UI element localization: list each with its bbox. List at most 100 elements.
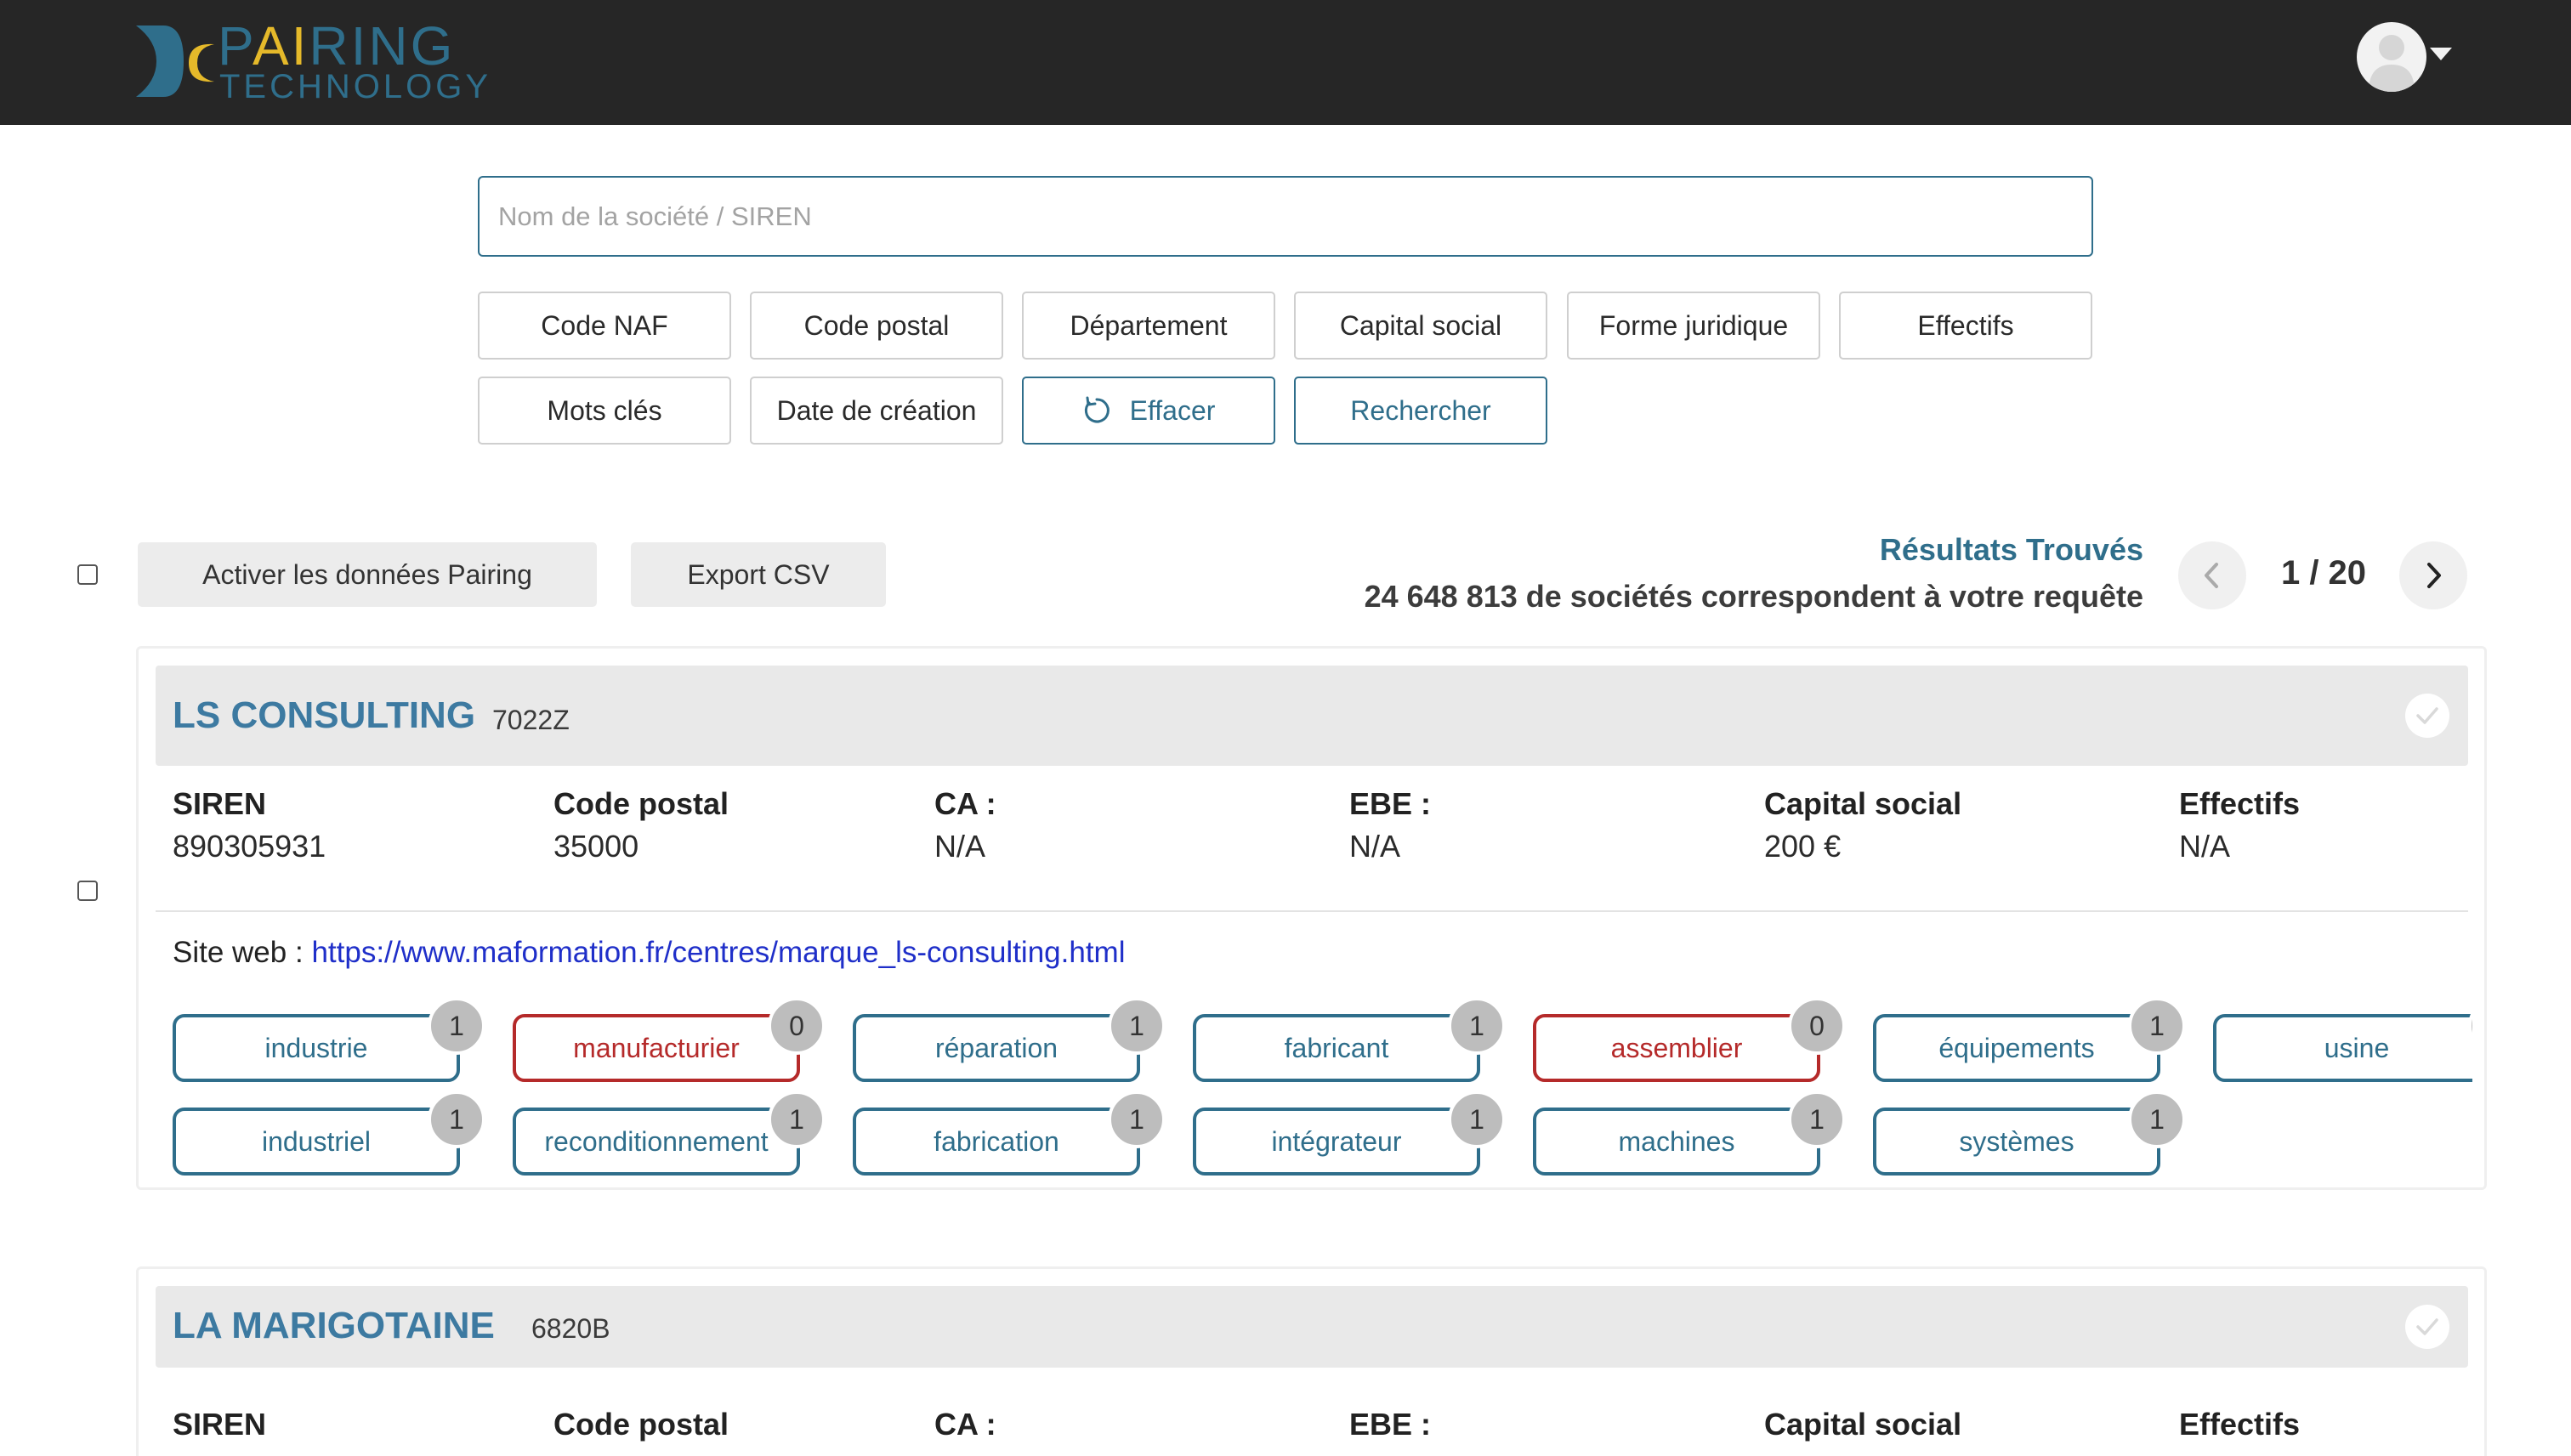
keyword-tag-label: systèmes: [1959, 1125, 2074, 1157]
keyword-count-badge: 1: [428, 1091, 485, 1148]
keyword-count-badge: 1: [2128, 1091, 2186, 1148]
keyword-tag[interactable]: fabricant 1: [1193, 997, 1506, 1082]
filter-forme-juridique-button[interactable]: Forme juridique: [1567, 292, 1820, 360]
capital-social-label: Capital social: [1764, 786, 1962, 821]
logo-wordmark: PAIRING: [218, 15, 456, 76]
previous-page-button[interactable]: [2178, 541, 2246, 609]
keyword-count-badge: 0: [768, 997, 826, 1055]
siren-value: 890305931: [173, 829, 326, 864]
keyword-tag[interactable]: intégrateur 1: [1193, 1091, 1506, 1176]
keyword-tag-label: usine: [2324, 1032, 2390, 1063]
pairing-technology-logo[interactable]: PAIRING TECHNOLOGY: [134, 15, 488, 105]
filter-date-creation-button[interactable]: Date de création: [750, 377, 1003, 445]
activate-pairing-data-button[interactable]: Activer les données Pairing: [138, 542, 597, 607]
card-divider: [156, 910, 2468, 912]
company-card[interactable]: LS CONSULTING 7022Z SIREN 890305931 Code…: [136, 646, 2487, 1190]
keyword-tag[interactable]: équipements 1: [1873, 997, 2186, 1082]
filter-mots-cles-button[interactable]: Mots clés: [478, 377, 731, 445]
capital-social-value: 200 €: [1764, 829, 1842, 864]
ca-label: CA :: [934, 1407, 996, 1442]
keyword-count-badge: 1: [2468, 997, 2472, 1055]
filter-code-naf-button[interactable]: Code NAF: [478, 292, 731, 360]
keyword-count-badge: 1: [1108, 997, 1166, 1055]
clear-filters-button[interactable]: Effacer: [1022, 377, 1275, 445]
logo-mark-icon: [136, 25, 214, 97]
code-postal-value: 35000: [553, 829, 639, 864]
results-count: 24 648 813 de sociétés correspondent à v…: [1364, 579, 2143, 614]
keyword-tag-label: intégrateur: [1271, 1125, 1402, 1157]
effectifs-label: Effectifs: [2179, 786, 2301, 821]
ca-label: CA :: [934, 786, 996, 821]
effectifs-value: N/A: [2179, 829, 2231, 864]
keyword-tag[interactable]: réparation 1: [853, 997, 1166, 1082]
checkmark-icon: [2416, 707, 2438, 724]
capital-social-label: Capital social: [1764, 1407, 1962, 1442]
keyword-tag[interactable]: assemblier 0: [1533, 997, 1846, 1082]
siren-label: SIREN: [173, 786, 267, 821]
chevron-left-icon: [2205, 563, 2218, 588]
keyword-tag[interactable]: machines 1: [1533, 1091, 1846, 1176]
keyword-tag[interactable]: reconditionnement 1: [513, 1091, 826, 1176]
ebe-label: EBE :: [1349, 786, 1432, 821]
chevron-right-icon: [2427, 563, 2441, 588]
logo-subtitle: TECHNOLOGY: [219, 68, 492, 105]
export-csv-button[interactable]: Export CSV: [631, 542, 886, 607]
company-card-header: LS CONSULTING 7022Z: [156, 666, 2468, 766]
keyword-tag[interactable]: industrie 1: [173, 997, 485, 1082]
refresh-icon: [1084, 396, 1110, 423]
ca-value: N/A: [934, 829, 986, 864]
checkmark-icon: [2416, 1318, 2438, 1335]
keyword-tag[interactable]: fabrication 1: [853, 1091, 1166, 1176]
person-silhouette-icon: [2369, 35, 2415, 92]
keyword-tag[interactable]: systèmes 1: [1873, 1091, 2186, 1176]
keyword-count-badge: 1: [428, 997, 485, 1055]
filter-departement-button[interactable]: Département: [1022, 292, 1275, 360]
filter-code-postal-button[interactable]: Code postal: [750, 292, 1003, 360]
clear-filters-label: Effacer: [1129, 394, 1216, 426]
keyword-tag-label: manufacturier: [573, 1032, 740, 1063]
search-submit-button[interactable]: Rechercher: [1294, 377, 1547, 445]
website-row: Site web : https://www.maformation.fr/ce…: [173, 936, 1125, 970]
company-name[interactable]: LS CONSULTING: [173, 694, 475, 737]
company-card-header: LA MARIGOTAINE 6820B: [156, 1286, 2468, 1368]
ebe-label: EBE :: [1349, 1407, 1432, 1442]
code-postal-label: Code postal: [553, 786, 729, 821]
code-postal-label: Code postal: [553, 1407, 729, 1442]
keyword-tag[interactable]: usine 1: [2213, 997, 2472, 1082]
keyword-tag-label: assemblier: [1610, 1032, 1743, 1063]
page-indicator: 1 / 20: [2280, 554, 2367, 592]
check-circle-icon[interactable]: [2405, 694, 2449, 738]
keyword-count-badge: 1: [1448, 997, 1506, 1055]
keyword-tag[interactable]: manufacturier 0: [513, 997, 826, 1082]
keyword-tag-label: fabrication: [934, 1125, 1059, 1157]
company-search-input[interactable]: [478, 176, 2093, 257]
keyword-count-badge: 1: [1448, 1091, 1506, 1148]
effectifs-label: Effectifs: [2179, 1407, 2301, 1442]
company-name[interactable]: LA MARIGOTAINE: [173, 1305, 495, 1347]
keyword-count-badge: 1: [2128, 997, 2186, 1055]
filter-effectifs-button[interactable]: Effectifs: [1839, 292, 2092, 360]
keyword-count-badge: 0: [1788, 997, 1846, 1055]
keyword-tag[interactable]: industriel 1: [173, 1091, 485, 1176]
company-card[interactable]: LA MARIGOTAINE 6820B SIREN Code postal C…: [136, 1266, 2487, 1456]
company-naf-code: 7022Z: [492, 705, 570, 735]
check-circle-icon[interactable]: [2405, 1305, 2449, 1349]
keyword-tags: industrie 1 manufacturier 0 réparation 1 fa…: [173, 989, 2472, 1193]
keyword-tag-label: machines: [1618, 1125, 1735, 1157]
filter-capital-social-button[interactable]: Capital social: [1294, 292, 1547, 360]
results-title: Résultats Trouvés: [1879, 532, 2143, 567]
company-select-checkbox[interactable]: [77, 881, 98, 901]
select-all-checkbox[interactable]: [77, 564, 98, 585]
company-naf-code: 6820B: [531, 1313, 610, 1344]
ebe-value: N/A: [1349, 829, 1401, 864]
keyword-count-badge: 1: [1108, 1091, 1166, 1148]
next-page-button[interactable]: [2399, 541, 2467, 609]
user-avatar-icon[interactable]: [2357, 22, 2426, 92]
website-link[interactable]: https://www.maformation.fr/centres/marqu…: [311, 936, 1125, 969]
keyword-count-badge: 1: [1788, 1091, 1846, 1148]
keyword-tag-label: équipements: [1938, 1032, 2095, 1063]
top-navigation-bar: PAIRING TECHNOLOGY: [0, 0, 2571, 125]
website-label: Site web :: [173, 936, 304, 969]
caret-down-icon[interactable]: [2430, 48, 2452, 60]
keyword-tag-label: industrie: [264, 1032, 368, 1063]
